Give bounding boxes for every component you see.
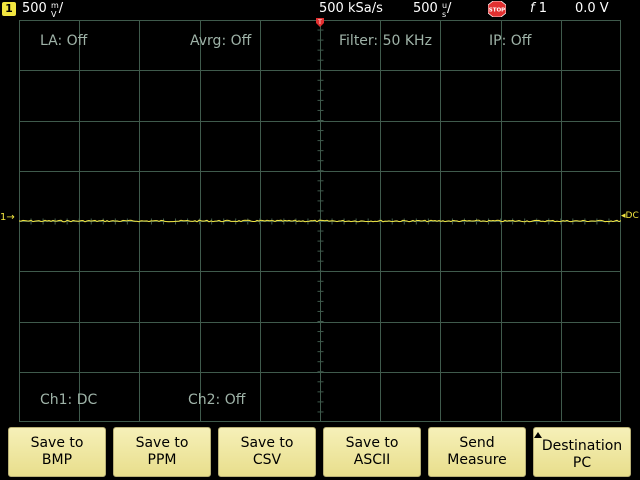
- destination-button[interactable]: Destination PC: [533, 427, 631, 477]
- average-status: Avrg: Off: [190, 33, 252, 49]
- ch1-coupling-status: Ch1: DC: [40, 392, 98, 408]
- filter-status: Filter: 50 KHz: [339, 33, 432, 49]
- volts-per-div-unit: mV: [51, 1, 59, 19]
- softkey-line2: ASCII: [353, 452, 391, 468]
- save-csv-button[interactable]: Save to CSV: [218, 427, 316, 477]
- volts-per-div-value: 500: [22, 1, 47, 16]
- rising-edge-icon: f: [530, 1, 535, 16]
- status-bar: 1 500 m V/ 500 kSa/s 500 u s/ STOP f 1 0.0…: [0, 0, 640, 19]
- volts-per-div[interactable]: 500 m V /: [22, 0, 64, 19]
- trigger-source: 1: [538, 1, 547, 16]
- time-per-div-unit: us: [442, 1, 447, 19]
- softkey-line2: PC: [572, 455, 592, 471]
- waveform-display: [19, 20, 621, 422]
- stop-sign-icon[interactable]: STOP: [488, 1, 506, 17]
- softkey-line1: Save to: [30, 435, 84, 451]
- softkey-line1: Save to: [345, 435, 399, 451]
- stop-label: STOP: [489, 8, 505, 14]
- coupling-marker: ◂DC: [621, 211, 639, 222]
- softkey-line1-wrap: Destination: [534, 432, 630, 455]
- marker-arrow-icon: →: [6, 212, 15, 223]
- softkey-line2: Measure: [447, 452, 507, 468]
- send-measure-button[interactable]: Send Measure: [428, 427, 526, 477]
- save-ascii-button[interactable]: Save to ASCII: [323, 427, 421, 477]
- softkey-line1: Destination: [541, 438, 623, 454]
- la-status: LA: Off: [40, 33, 88, 49]
- softkey-line2: CSV: [252, 452, 282, 468]
- trigger-info[interactable]: f 1: [530, 0, 547, 18]
- softkey-line2: BMP: [41, 452, 73, 468]
- time-per-div-value: 500: [413, 1, 438, 16]
- sample-rate: 500 kSa/s: [319, 1, 383, 16]
- oscilloscope-screen: 1 500 m V/ 500 kSa/s 500 u s/ STOP f 1 0.0…: [0, 0, 640, 480]
- channel-badge[interactable]: 1: [2, 2, 16, 16]
- volts-unit-top: m: [50, 1, 59, 10]
- softkey-bar: Save to BMP Save to PPM Save to CSV Save…: [0, 427, 640, 480]
- softkey-line1: Send: [459, 435, 495, 451]
- time-unit-top: u: [441, 1, 448, 10]
- softkey-line1: Save to: [240, 435, 294, 451]
- volts-unit-bottom: V: [50, 10, 57, 19]
- coupling-marker-label: DC: [625, 211, 639, 221]
- softkey-line1: Save to: [135, 435, 189, 451]
- save-bmp-button[interactable]: Save to BMP: [8, 427, 106, 477]
- time-unit-bottom: s: [441, 10, 447, 19]
- ch2-status: Ch2: Off: [188, 392, 246, 408]
- volts-per-div-suffix: /: [58, 1, 64, 16]
- save-ppm-button[interactable]: Save to PPM: [113, 427, 211, 477]
- trigger-level[interactable]: 0.0 V: [575, 0, 609, 18]
- trigger-position-label: T: [317, 19, 322, 26]
- time-per-div-suffix: /: [447, 1, 452, 16]
- ip-status: IP: Off: [489, 33, 532, 49]
- trigger-position-marker[interactable]: T: [315, 18, 325, 28]
- channel-1-ground-marker[interactable]: 1→: [0, 212, 15, 224]
- softkey-line2: PPM: [147, 452, 177, 468]
- time-per-div[interactable]: 500 u s/: [413, 0, 452, 19]
